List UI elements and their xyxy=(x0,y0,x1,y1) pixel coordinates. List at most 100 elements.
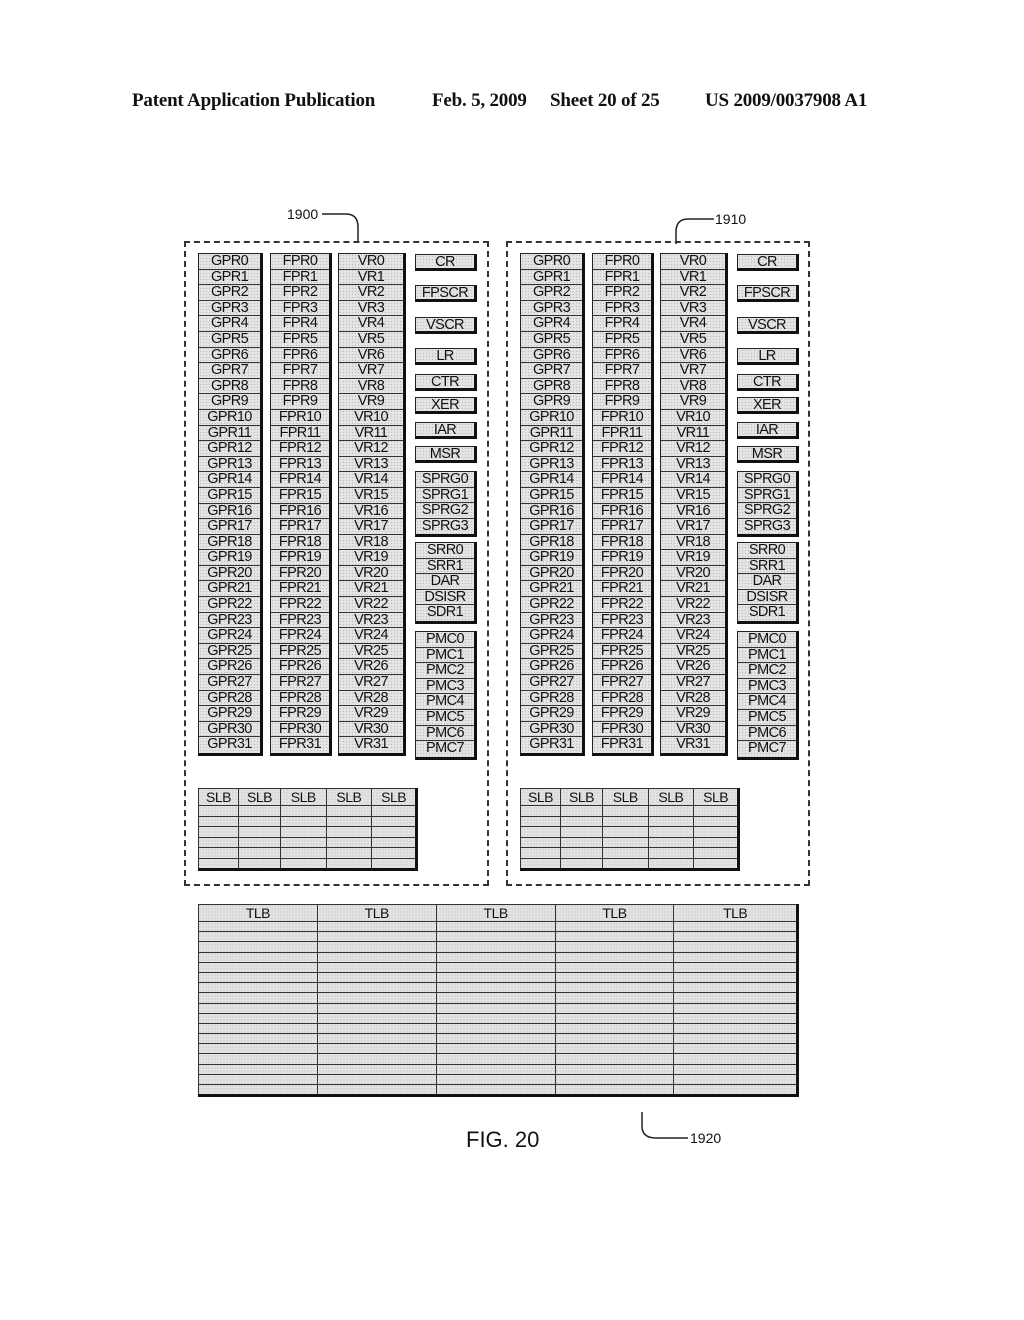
sprg-group: SPRG0 SPRG1 SPRG2 SPRG3 xyxy=(415,471,477,538)
tlb-cell xyxy=(316,920,437,933)
register-cell: GPR7 xyxy=(199,363,260,379)
tlb-cell xyxy=(316,931,437,943)
register-cell: PMC2 xyxy=(738,663,796,679)
tlb-row xyxy=(198,1083,798,1097)
register-cell: VR19 xyxy=(339,550,403,566)
slb-cell xyxy=(371,847,417,859)
vr-column: VR0 VR1 VR2 VR3 VR4 VR5 VR6 VR7 VR8 VR9 VR10 VR11 VR… xyxy=(338,253,406,756)
slb-cell xyxy=(601,805,649,817)
register-cell: VR13 xyxy=(661,457,725,473)
fpr-column: FPR0 FPR1 FPR2 FPR3 FPR4 FPR5 FPR6 FPR7 FPR8 FPR9… xyxy=(270,253,332,756)
register-cell: FPR8 xyxy=(271,379,329,395)
tlb-cell xyxy=(435,1053,556,1065)
slb-cell xyxy=(238,805,281,817)
register-cell: SPRG3 xyxy=(421,518,469,534)
register-cell: VR26 xyxy=(661,659,725,676)
tlb-cell xyxy=(673,1083,798,1097)
register-cell: SPRG2 xyxy=(416,503,474,519)
register-cell: SDR1 xyxy=(426,605,464,621)
register-cell: VR8 xyxy=(339,379,403,395)
register-cell: GPR14 xyxy=(521,472,582,488)
register-cell: GPR31 xyxy=(207,737,252,753)
register-cell: GPR29 xyxy=(521,706,582,722)
register-cell: VR15 xyxy=(661,488,725,504)
slb-row xyxy=(197,836,417,848)
register-cell: GPR4 xyxy=(199,316,260,332)
register-cell: PMC4 xyxy=(416,694,474,710)
register-cell: FPR4 xyxy=(593,316,651,332)
register-cell: GPR15 xyxy=(199,488,260,504)
register-cell: FPR30 xyxy=(593,722,651,738)
special-register: FPSCR xyxy=(737,285,799,302)
register-cell: PMC1 xyxy=(416,648,474,664)
slb-header-row: SLB SLB SLB SLB SLB xyxy=(519,788,739,806)
leader-line-1900 xyxy=(322,213,359,241)
tlb-cell xyxy=(435,1012,556,1024)
slb-header: SLB xyxy=(560,788,603,806)
register-cell: FPR6 xyxy=(593,348,651,364)
slb-header-row: SLB SLB SLB SLB SLB xyxy=(197,788,417,806)
register-cell: FPR27 xyxy=(271,675,329,691)
register-cell: VR3 xyxy=(661,301,725,317)
register-cell: GPR27 xyxy=(199,675,260,691)
tlb-cell xyxy=(316,971,437,984)
slb-cell xyxy=(238,836,281,848)
register-cell: GPR8 xyxy=(199,379,260,395)
register-cell: VR12 xyxy=(661,441,725,457)
tlb-cell xyxy=(435,1073,556,1086)
register-cell: VR8 xyxy=(661,379,725,395)
register-cell: VR1 xyxy=(339,270,403,286)
tlb-cell xyxy=(198,920,318,933)
tlb-cell xyxy=(435,1063,556,1075)
register-cell: FPR7 xyxy=(271,363,329,379)
register-cell: GPR17 xyxy=(521,519,582,535)
slb-cell xyxy=(519,815,562,827)
slb-cell xyxy=(197,815,240,827)
sprg-group: SPRG0 SPRG1 SPRG2 SPRG3 xyxy=(737,471,799,538)
publication-date: Feb. 5, 2009 xyxy=(432,90,527,111)
slb-cell xyxy=(279,805,327,817)
tlb-cell xyxy=(673,951,798,963)
register-cell: GPR21 xyxy=(521,581,582,598)
tlb-cell xyxy=(554,951,675,963)
special-register: MSR xyxy=(737,446,799,463)
register-cell: VR10 xyxy=(339,410,403,426)
slb-cell xyxy=(647,847,695,859)
register-cell: SDR1 xyxy=(748,605,786,621)
register-cell: FPR29 xyxy=(593,706,651,722)
register-cell: PMC3 xyxy=(738,679,796,695)
register-cell: VR1 xyxy=(661,270,725,286)
tlb-cell xyxy=(316,1063,437,1075)
register-cell: VR19 xyxy=(661,550,725,566)
register-cell: GPR29 xyxy=(199,706,260,722)
slb-cell xyxy=(279,847,327,859)
register-cell: GPR11 xyxy=(199,426,260,442)
special-register: CR xyxy=(415,254,477,271)
slb-cell xyxy=(238,857,281,870)
register-cell: VR25 xyxy=(339,644,403,660)
register-cell: GPR20 xyxy=(199,566,260,582)
tlb-cell xyxy=(673,1043,798,1055)
tlb-cell xyxy=(673,920,798,933)
register-cell: FPR15 xyxy=(593,488,651,504)
register-cell: SPRG0 xyxy=(738,472,796,488)
register-cell: PMC4 xyxy=(738,694,796,710)
register-cell: VR25 xyxy=(661,644,725,660)
slb-cell xyxy=(560,815,603,827)
register-cell: GPR31 xyxy=(529,737,574,753)
register-cell: VR4 xyxy=(339,316,403,332)
slb-cell xyxy=(371,815,417,827)
tlb-cell xyxy=(673,1002,798,1014)
register-cell: FPR26 xyxy=(271,659,329,676)
tlb-cell xyxy=(198,961,318,973)
register-cell: FPR25 xyxy=(271,644,329,660)
register-cell: FPR0 xyxy=(593,254,651,270)
register-cell: PMC7 xyxy=(748,741,786,757)
register-cell: FPR0 xyxy=(271,254,329,270)
special-register: IAR xyxy=(737,422,799,439)
register-cell: VR12 xyxy=(339,441,403,457)
register-cell: SRR0 xyxy=(738,543,796,559)
register-cell: FPR22 xyxy=(271,597,329,613)
tlb-cell xyxy=(198,1083,318,1097)
register-cell: DAR xyxy=(738,574,796,590)
